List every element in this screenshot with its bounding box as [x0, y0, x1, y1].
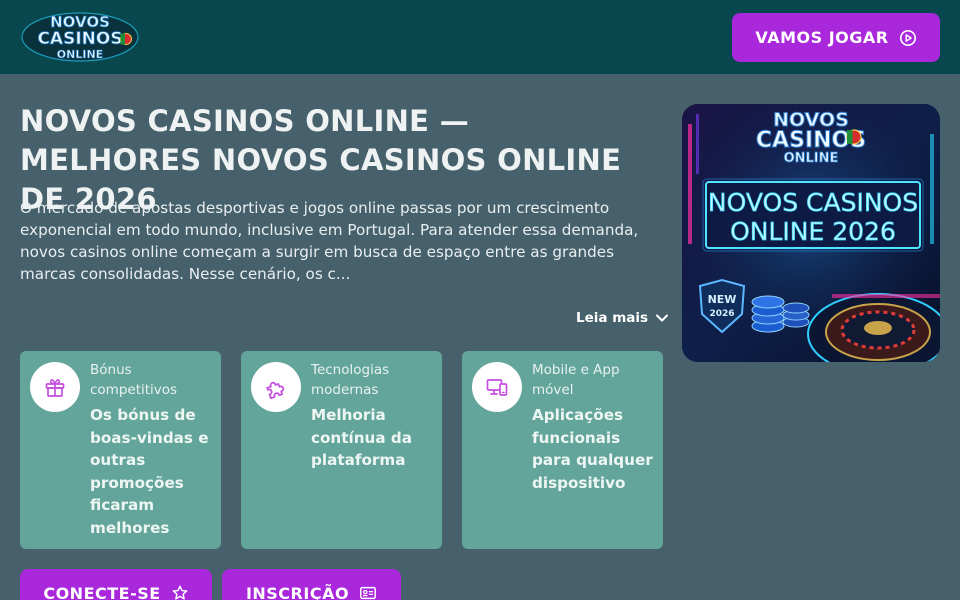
site-logo[interactable]: NOVOS CASINOS ONLINE	[20, 9, 140, 63]
svg-text:ONLINE: ONLINE	[57, 48, 103, 61]
play-now-button[interactable]: VAMOS JOGAR	[732, 13, 940, 62]
play-now-label: VAMOS JOGAR	[755, 28, 889, 47]
devices-icon	[486, 379, 508, 396]
svg-text:NOVOS CASINOS: NOVOS CASINOS	[708, 188, 918, 217]
read-more-label: Leia mais	[576, 310, 649, 326]
id-card-icon	[360, 586, 376, 600]
svg-text:CASINOS: CASINOS	[37, 29, 122, 49]
svg-text:ONLINE: ONLINE	[784, 151, 839, 166]
intro-text: O mercado de apostas desportivas e jogos…	[20, 199, 639, 283]
svg-text:2026: 2026	[709, 309, 734, 319]
gift-icon	[45, 379, 65, 397]
star-icon	[172, 585, 188, 600]
feature-card-bonus: Bónus competitivos Os bónus de boas-vind…	[20, 351, 221, 549]
feature-description: Os bónus de boas-vindas e outras promoçõ…	[90, 406, 209, 537]
chevron-down-icon	[656, 314, 669, 322]
connect-label: CONECTE-SE	[43, 583, 161, 600]
feature-card-technology: Tecnologias modernas Melhoria contínua d…	[241, 351, 442, 549]
read-more-link[interactable]: Leia mais	[576, 308, 670, 328]
signup-label: INSCRIÇÃO	[245, 583, 350, 600]
puzzle-icon	[266, 381, 285, 399]
feature-card-mobile: Mobile e App móvel Aplicações funcionais…	[462, 351, 663, 549]
site-header: NOVOS CASINOS ONLINE VAMOS JOGAR	[0, 0, 960, 74]
feature-category: Tecnologias modernas	[311, 362, 390, 398]
feature-icon-badge	[251, 362, 301, 412]
feature-icon-badge	[472, 362, 522, 412]
connect-button[interactable]: CONECTE-SE	[20, 569, 212, 600]
svg-text:ONLINE 2026: ONLINE 2026	[730, 217, 896, 246]
feature-description: Melhoria contínua da plataforma	[311, 406, 412, 469]
feature-icon-badge	[30, 362, 80, 412]
feature-description: Aplicações funcionais para qualquer disp…	[532, 406, 653, 492]
casino-illustration: NOVOS CASINOS ONLINE NOVOS CASINOS ONLIN…	[682, 104, 940, 362]
feature-category: Mobile e App móvel	[532, 362, 620, 398]
signup-button[interactable]: INSCRIÇÃO	[222, 569, 401, 600]
play-circle-icon	[899, 29, 916, 46]
hero-image: NOVOS CASINOS ONLINE NOVOS CASINOS ONLIN…	[682, 104, 940, 362]
feature-category: Bónus competitivos	[90, 362, 178, 398]
svg-text:NEW: NEW	[708, 293, 737, 306]
